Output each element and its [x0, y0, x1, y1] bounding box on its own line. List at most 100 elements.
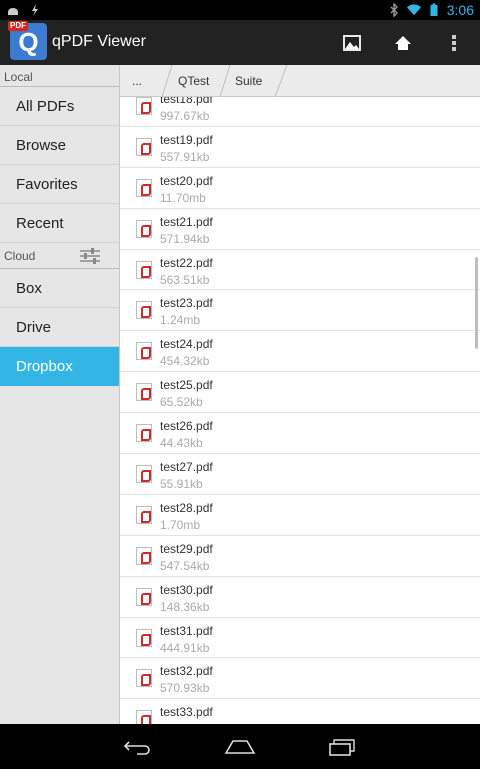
usb-debug-icon	[32, 4, 38, 16]
clock: 3:06	[446, 2, 474, 18]
overflow-menu-button[interactable]	[438, 27, 470, 59]
file-row[interactable]: test18.pdf 997.67kb	[120, 97, 480, 127]
file-size: 65.52kb	[160, 395, 203, 410]
file-row[interactable]: test29.pdf 547.54kb	[120, 536, 480, 577]
recent-apps-icon	[329, 739, 355, 756]
scrollbar-thumb[interactable]	[475, 257, 478, 349]
file-name: test32.pdf	[160, 664, 213, 679]
navigation-bar	[0, 724, 480, 769]
app-logo-letter: Q	[18, 27, 39, 57]
file-name: test31.pdf	[160, 623, 213, 638]
file-name: test25.pdf	[160, 378, 213, 393]
file-name: test28.pdf	[160, 500, 213, 515]
pdf-file-icon	[136, 669, 152, 688]
file-size: 55.91kb	[160, 477, 203, 492]
file-name: test33.pdf	[160, 705, 213, 720]
file-row[interactable]: test32.pdf 570.93kb	[120, 658, 480, 700]
file-size: 11.70mb	[160, 190, 206, 205]
home-button[interactable]	[387, 27, 419, 59]
bluetooth-icon	[390, 3, 398, 17]
file-row[interactable]: test25.pdf 65.52kb	[120, 372, 480, 414]
breadcrumb: ... QTest Suite	[120, 65, 480, 97]
file-name: test23.pdf	[160, 296, 213, 311]
file-name: test29.pdf	[160, 541, 213, 556]
battery-icon	[430, 3, 438, 16]
pdf-file-icon	[136, 546, 152, 565]
file-size: 1.24mb	[160, 313, 201, 328]
sidebar-item-box[interactable]: Box	[0, 269, 119, 308]
pdf-file-icon	[136, 301, 152, 320]
breadcrumb-separator	[219, 65, 231, 97]
sidebar-item-browse[interactable]: Browse	[0, 126, 119, 165]
pdf-file-icon	[136, 710, 152, 724]
pdf-tag: PDF	[8, 21, 28, 31]
file-name: test18.pdf	[160, 97, 213, 106]
section-header-local: Local	[0, 65, 119, 87]
breadcrumb-item-qtest[interactable]: QTest	[178, 65, 209, 97]
file-row[interactable]: test27.pdf 55.91kb	[120, 454, 480, 495]
section-header-cloud: Cloud	[0, 243, 119, 269]
file-name: test19.pdf	[160, 132, 213, 147]
android-icon	[8, 8, 18, 15]
pdf-file-icon	[136, 383, 152, 402]
status-bar: 3:06	[0, 0, 480, 20]
breadcrumb-item-root[interactable]: ...	[132, 65, 142, 97]
file-row[interactable]: test20.pdf 11.70mb	[120, 168, 480, 209]
file-row[interactable]: test22.pdf 563.51kb	[120, 250, 480, 291]
sidebar-item-favorites[interactable]: Favorites	[0, 165, 119, 204]
file-list[interactable]: test18.pdf 997.67kb test19.pdf 557.91kb test…	[120, 97, 480, 724]
pdf-file-icon	[136, 342, 152, 361]
pdf-file-icon	[136, 505, 152, 524]
file-name: test24.pdf	[160, 337, 213, 352]
file-row[interactable]: test19.pdf 557.91kb	[120, 127, 480, 168]
file-size: 557.91kb	[160, 149, 210, 164]
file-row[interactable]: test31.pdf 444.91kb	[120, 618, 480, 659]
sidebar-item-dropbox[interactable]: Dropbox	[0, 347, 119, 386]
pdf-file-icon	[136, 260, 152, 279]
file-row[interactable]: test24.pdf 454.32kb	[120, 331, 480, 373]
file-size: 454.32kb	[160, 354, 210, 369]
pdf-file-icon	[136, 628, 152, 647]
file-size: 148.36kb	[160, 599, 210, 614]
file-row[interactable]: test30.pdf 148.36kb	[120, 577, 480, 618]
file-name: test27.pdf	[160, 460, 213, 475]
file-size: 997.67kb	[160, 109, 210, 123]
file-row[interactable]: test21.pdf 571.94kb	[120, 209, 480, 250]
file-name: test30.pdf	[160, 582, 213, 597]
file-row[interactable]: test26.pdf 44.43kb	[120, 413, 480, 455]
app-logo[interactable]: Q PDF	[8, 21, 47, 60]
cloud-settings-icon[interactable]	[79, 247, 101, 265]
home-icon	[395, 36, 411, 50]
breadcrumb-separator	[161, 65, 173, 97]
file-size: 563.51kb	[160, 272, 210, 287]
sidebar-item-all-pdfs[interactable]: All PDFs	[0, 87, 119, 126]
pdf-file-icon	[136, 424, 152, 443]
image-button[interactable]	[336, 27, 368, 59]
home-nav-button[interactable]	[220, 734, 260, 760]
file-name: test20.pdf	[160, 173, 213, 188]
home-nav-icon	[224, 740, 256, 754]
file-size: 547.54kb	[160, 558, 210, 573]
pdf-file-icon	[136, 137, 152, 156]
wifi-icon	[406, 4, 421, 16]
file-row[interactable]: test28.pdf 1.70mb	[120, 495, 480, 536]
breadcrumb-item-suite[interactable]: Suite	[235, 65, 262, 97]
file-name: test26.pdf	[160, 419, 213, 434]
app-title: qPDF Viewer	[52, 33, 146, 50]
overflow-menu-icon	[452, 35, 456, 51]
file-size: 44.43kb	[160, 436, 203, 451]
pdf-file-icon	[136, 587, 152, 606]
file-row[interactable]: test23.pdf 1.24mb	[120, 290, 480, 332]
back-button[interactable]	[118, 734, 158, 760]
pdf-file-icon	[136, 465, 152, 484]
pdf-file-icon	[136, 97, 152, 115]
file-size: 1.70mb	[160, 517, 201, 532]
file-row[interactable]: test33.pdf	[120, 699, 480, 724]
image-icon	[343, 35, 361, 51]
back-icon	[123, 741, 150, 755]
sidebar-item-recent[interactable]: Recent	[0, 204, 119, 243]
sidebar-item-drive[interactable]: Drive	[0, 308, 119, 347]
file-name: test21.pdf	[160, 214, 213, 229]
recent-apps-button[interactable]	[322, 734, 362, 760]
action-bar: Q PDF qPDF Viewer	[0, 20, 480, 65]
